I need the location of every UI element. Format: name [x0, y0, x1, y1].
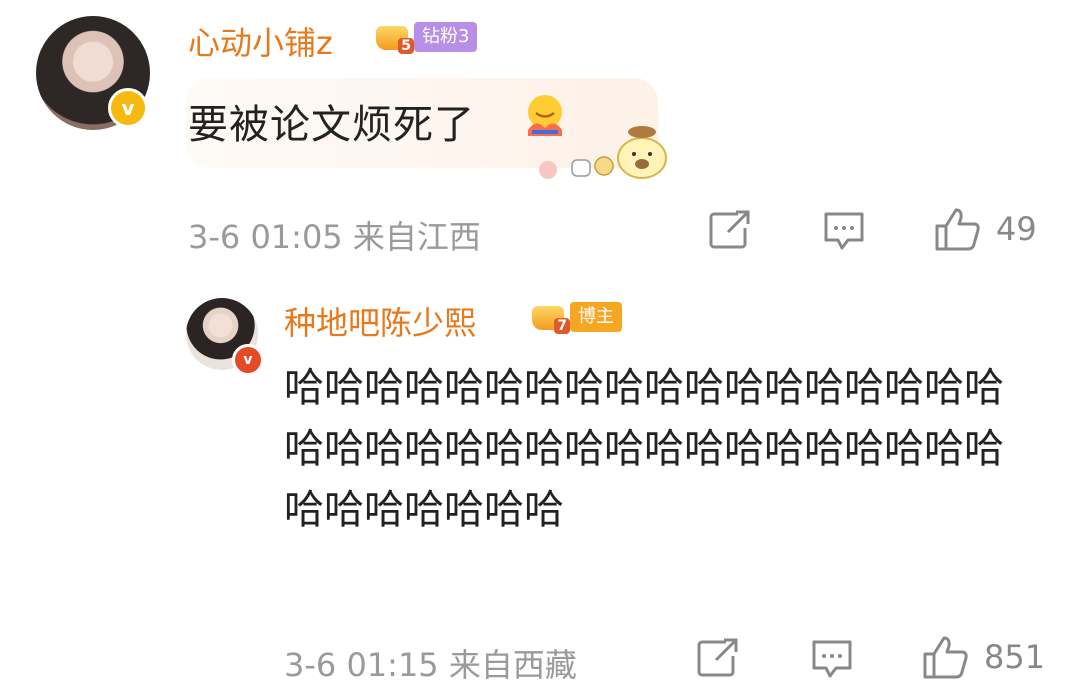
comment-text: 要被论文烦死了	[188, 102, 475, 148]
sticker-decoration	[539, 126, 667, 179]
crown-icon: 7	[528, 300, 570, 334]
fan-tag: 钻粉3	[414, 22, 478, 52]
like-button[interactable]: 851	[922, 634, 1045, 680]
like-button[interactable]: 49	[934, 206, 1037, 252]
crown-icon: 5	[372, 20, 414, 54]
fan-badge[interactable]: 7 博主	[528, 300, 622, 334]
share-icon	[697, 638, 738, 677]
comment-text: 哈哈哈哈哈哈哈哈哈哈哈哈哈哈哈哈哈哈哈哈哈哈哈哈哈哈哈哈哈哈哈哈哈哈哈哈哈哈哈哈…	[284, 365, 1004, 533]
like-count: 49	[996, 210, 1037, 248]
thumbs-up-icon	[935, 208, 980, 251]
location: 来自江西	[352, 218, 481, 256]
thumbs-up-icon	[923, 636, 968, 679]
comment-meta: 3-6 01:05 来自江西	[188, 212, 481, 258]
comment-icon	[812, 640, 852, 678]
comment-button[interactable]	[822, 210, 866, 252]
share-button[interactable]	[696, 638, 740, 678]
timestamp: 3-6 01:05	[188, 218, 343, 256]
share-icon	[709, 210, 750, 249]
comment-icon	[824, 212, 864, 250]
share-button[interactable]	[708, 210, 752, 250]
fan-tag: 博主	[570, 302, 622, 332]
username[interactable]: 种地吧陈少熙	[284, 298, 476, 344]
verified-badge-icon: v	[108, 88, 148, 128]
comment-meta: 3-6 01:15 来自西藏	[284, 640, 577, 686]
like-count: 851	[984, 638, 1046, 676]
fan-badge[interactable]: 5 钻粉3	[372, 20, 478, 54]
location: 来自西藏	[448, 646, 577, 684]
comment-button[interactable]	[810, 638, 854, 680]
username[interactable]: 心动小铺z	[188, 18, 333, 64]
verified-badge-icon: v	[232, 344, 264, 376]
timestamp: 3-6 01:15	[284, 646, 439, 684]
